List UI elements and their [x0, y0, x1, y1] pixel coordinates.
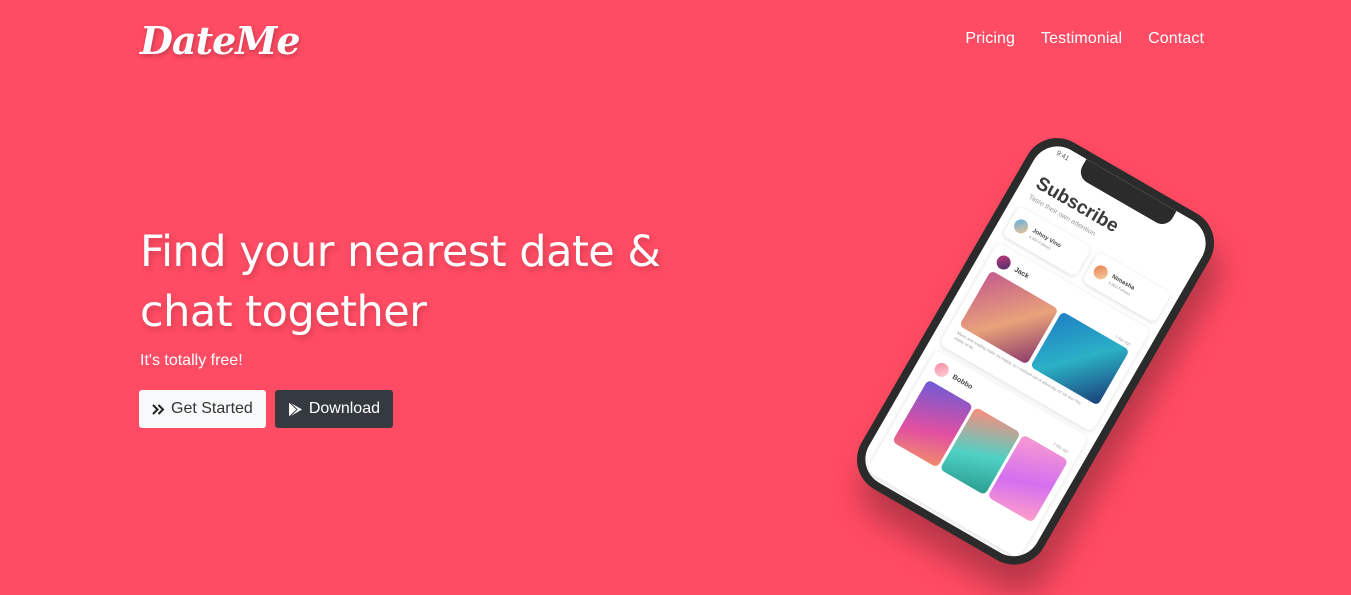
- nav-link-contact[interactable]: Contact: [1148, 30, 1204, 48]
- play-store-icon: [288, 401, 303, 418]
- hero-title-line-2: chat together: [140, 287, 427, 337]
- double-chevron-right-icon: [152, 403, 165, 415]
- avatar: [1091, 262, 1111, 282]
- phone-screen: 9:41 Subscribe Taste their own attention…: [855, 136, 1216, 567]
- navbar: DateMe Pricing Testimonial Contact: [0, 0, 1351, 80]
- post-author: Bobbo: [951, 373, 974, 391]
- brand-logo[interactable]: DateMe: [140, 18, 301, 63]
- post-author: Jack: [1013, 265, 1031, 280]
- avatar: [1011, 216, 1031, 236]
- hero-buttons: Get Started Download: [139, 390, 393, 428]
- hero-subtitle: It's totally free!: [140, 352, 243, 369]
- hero-title: Find your nearest date & chat together: [140, 222, 720, 342]
- hero-title-line-1: Find your nearest date &: [140, 227, 661, 277]
- download-button[interactable]: Download: [274, 390, 393, 428]
- download-label: Download: [308, 400, 380, 417]
- get-started-label: Get Started: [171, 400, 253, 417]
- phone-mockup: 9:41 Subscribe Taste their own attention…: [844, 125, 1227, 578]
- nav-links: Pricing Testimonial Contact: [965, 30, 1204, 48]
- get-started-button[interactable]: Get Started: [139, 390, 266, 428]
- avatar: [932, 360, 952, 380]
- phone-frame: 9:41 Subscribe Taste their own attention…: [844, 125, 1227, 578]
- nav-link-pricing[interactable]: Pricing: [965, 30, 1015, 48]
- nav-link-testimonial[interactable]: Testimonial: [1041, 30, 1122, 48]
- avatar: [994, 252, 1014, 273]
- phone-time: 9:41: [1054, 149, 1071, 163]
